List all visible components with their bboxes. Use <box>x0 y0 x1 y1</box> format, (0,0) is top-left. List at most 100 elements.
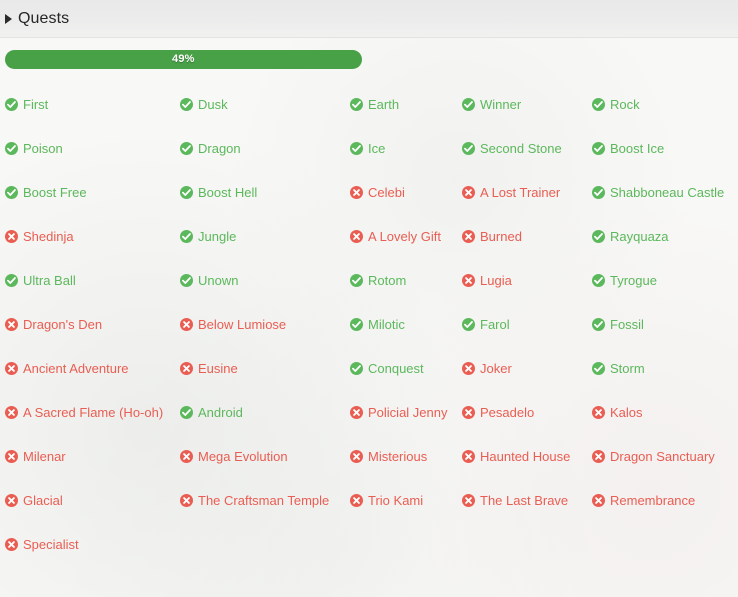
quest-item[interactable]: Boost Ice <box>592 126 730 170</box>
quest-label: Rock <box>610 96 640 112</box>
times-circle-icon <box>350 493 363 507</box>
quest-item[interactable]: Rotom <box>350 258 462 302</box>
quest-item[interactable]: Storm <box>592 346 730 390</box>
caret-right-icon[interactable] <box>5 13 12 24</box>
quest-label: The Last Brave <box>480 492 569 508</box>
check-circle-icon <box>592 97 605 111</box>
quest-item[interactable]: Rock <box>592 82 730 126</box>
quest-label: Mega Evolution <box>198 448 288 464</box>
panel-header[interactable]: Quests <box>0 0 738 38</box>
quest-label: Kalos <box>610 404 643 420</box>
quest-item[interactable]: A Sacred Flame (Ho-oh) <box>5 390 180 434</box>
quest-item[interactable]: Unown <box>180 258 350 302</box>
quest-item[interactable]: Rayquaza <box>592 214 730 258</box>
quest-item[interactable]: Tyrogue <box>592 258 730 302</box>
check-circle-icon <box>592 229 605 243</box>
quest-label: Rotom <box>368 272 407 288</box>
quest-item[interactable]: A Lost Trainer <box>462 170 592 214</box>
quest-item[interactable]: Earth <box>350 82 462 126</box>
times-circle-icon <box>462 273 475 287</box>
quest-item[interactable]: Misterious <box>350 434 462 478</box>
check-circle-icon <box>180 405 193 419</box>
check-circle-icon <box>180 141 193 155</box>
quest-item[interactable]: Kalos <box>592 390 730 434</box>
quest-item[interactable]: Burned <box>462 214 592 258</box>
quest-item[interactable]: Dragon <box>180 126 350 170</box>
quest-item[interactable]: Dragon's Den <box>5 302 180 346</box>
quest-label: Tyrogue <box>610 272 657 288</box>
quest-item[interactable]: Eusine <box>180 346 350 390</box>
times-circle-icon <box>592 449 605 463</box>
quest-item[interactable]: Ancient Adventure <box>5 346 180 390</box>
quest-label: Android <box>198 404 243 420</box>
quest-item[interactable]: Below Lumiose <box>180 302 350 346</box>
quest-item[interactable]: Ice <box>350 126 462 170</box>
quest-item[interactable]: Policial Jenny <box>350 390 462 434</box>
quest-label: Winner <box>480 96 522 112</box>
quest-item[interactable]: Poison <box>5 126 180 170</box>
quest-item[interactable]: Second Stone <box>462 126 592 170</box>
quest-item[interactable]: Trio Kami <box>350 478 462 522</box>
times-circle-icon <box>5 405 18 419</box>
quest-item[interactable]: Mega Evolution <box>180 434 350 478</box>
quest-label: Boost Ice <box>610 140 665 156</box>
times-circle-icon <box>180 449 193 463</box>
quest-label: The Craftsman Temple <box>198 492 330 508</box>
times-circle-icon <box>462 229 475 243</box>
times-circle-icon <box>350 405 363 419</box>
quest-label: Milenar <box>23 448 66 464</box>
quest-label: Dragon <box>198 140 241 156</box>
quest-item[interactable]: Specialist <box>5 522 180 566</box>
quest-item[interactable]: Boost Free <box>5 170 180 214</box>
quest-item[interactable]: Milenar <box>5 434 180 478</box>
quest-label: Pesadelo <box>480 404 535 420</box>
quest-label: Joker <box>480 360 512 376</box>
quest-item[interactable]: Celebi <box>350 170 462 214</box>
quest-item[interactable]: The Craftsman Temple <box>180 478 350 522</box>
times-circle-icon <box>462 405 475 419</box>
quest-item[interactable]: Fossil <box>592 302 730 346</box>
quest-item[interactable]: Shedinja <box>5 214 180 258</box>
quest-item[interactable]: Lugia <box>462 258 592 302</box>
check-circle-icon <box>5 97 18 111</box>
quest-label: Below Lumiose <box>198 316 287 332</box>
quest-item[interactable]: Conquest <box>350 346 462 390</box>
check-circle-icon <box>180 229 193 243</box>
quest-item[interactable]: Ultra Ball <box>5 258 180 302</box>
quest-item[interactable]: A Lovely Gift <box>350 214 462 258</box>
quest-item[interactable]: Dragon Sanctuary <box>592 434 730 478</box>
quest-item[interactable]: Milotic <box>350 302 462 346</box>
quest-item[interactable]: Glacial <box>5 478 180 522</box>
quest-grid: First Dusk Earth Winner Rock Poison Dragon Ice S… <box>0 82 738 566</box>
quest-item[interactable]: Boost Hell <box>180 170 350 214</box>
quest-item[interactable]: Shabboneau Castle <box>592 170 730 214</box>
quest-progress-bar: 49% <box>5 50 733 69</box>
check-circle-icon <box>350 317 363 331</box>
quest-item[interactable]: First <box>5 82 180 126</box>
quest-item[interactable]: Jungle <box>180 214 350 258</box>
quest-label: Ultra Ball <box>23 272 76 288</box>
quest-label: Rayquaza <box>610 228 669 244</box>
check-circle-icon <box>592 185 605 199</box>
times-circle-icon <box>592 405 605 419</box>
quest-label: Conquest <box>368 360 424 376</box>
times-circle-icon <box>350 185 363 199</box>
quest-label: Unown <box>198 272 239 288</box>
quest-label: A Sacred Flame (Ho-oh) <box>23 404 164 420</box>
check-circle-icon <box>462 317 475 331</box>
quest-item[interactable]: Farol <box>462 302 592 346</box>
times-circle-icon <box>462 449 475 463</box>
quest-item[interactable]: Winner <box>462 82 592 126</box>
check-circle-icon <box>5 273 18 287</box>
quest-item[interactable]: Dusk <box>180 82 350 126</box>
quest-item[interactable]: Remembrance <box>592 478 730 522</box>
quest-label: Shabboneau Castle <box>610 184 725 200</box>
quest-item[interactable]: Haunted House <box>462 434 592 478</box>
quest-item[interactable]: Android <box>180 390 350 434</box>
times-circle-icon <box>462 361 475 375</box>
quest-label: Policial Jenny <box>368 404 448 420</box>
quest-item[interactable]: The Last Brave <box>462 478 592 522</box>
quest-label: Specialist <box>23 536 79 552</box>
quest-item[interactable]: Joker <box>462 346 592 390</box>
quest-item[interactable]: Pesadelo <box>462 390 592 434</box>
